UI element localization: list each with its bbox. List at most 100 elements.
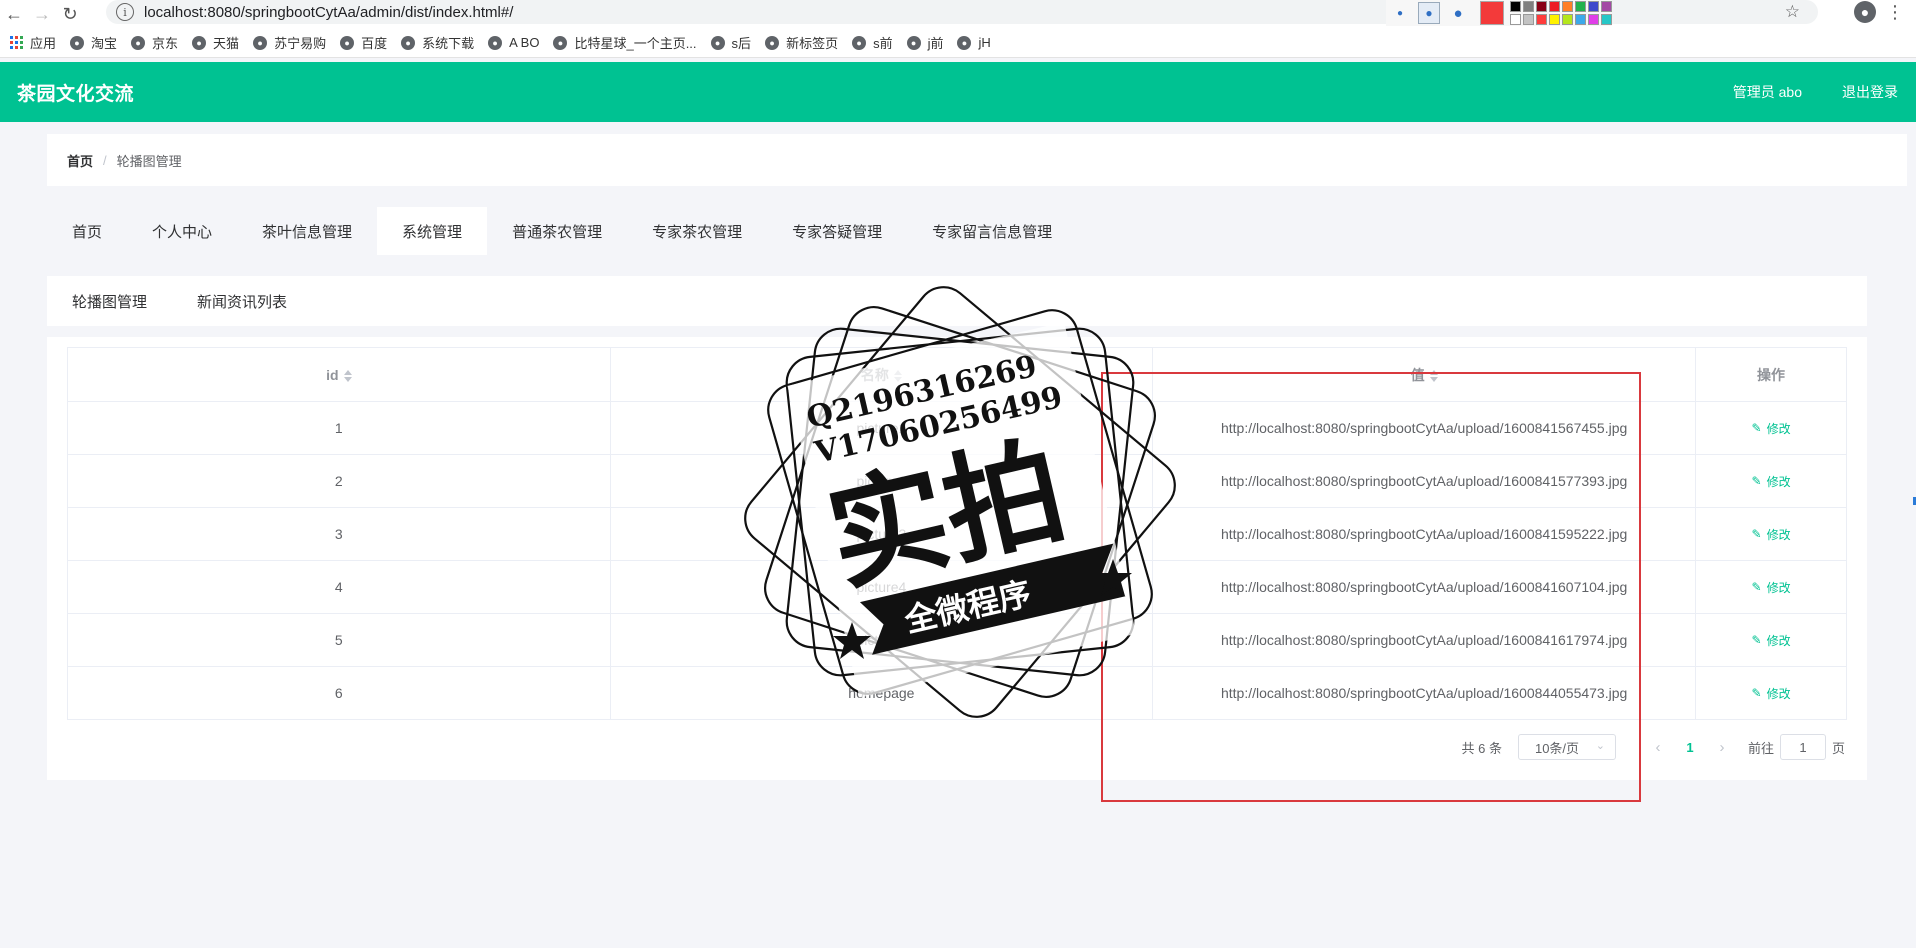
bookmark-item[interactable]: ● 淘宝 [70,33,117,52]
color-swatch[interactable] [1549,14,1560,25]
browser-toolbar: ← → ↻ i localhost:8080/springbootCytAa/a… [0,0,1916,28]
menu-tab[interactable]: 普通茶农管理 [487,207,627,255]
bookmark-label: s前 [873,36,893,51]
table-row: 1 picture1 http://localhost:8080/springboo… [67,401,1847,455]
color-swatch[interactable] [1562,14,1573,25]
sub-menu: 轮播图管理 新闻资讯列表 [47,276,1867,326]
menu-tab[interactable]: 专家答疑管理 [767,207,907,255]
url-text[interactable]: localhost:8080/springbootCytAa/admin/dis… [144,4,513,21]
bookmark-item[interactable]: ● 比特星球_一个主页... [553,33,697,52]
menu-tab[interactable]: 个人中心 [127,207,237,255]
bookmark-item[interactable]: ● 苏宁易购 [253,33,326,52]
goto-label: 前往 [1747,740,1774,756]
edit-button[interactable]: ✎ 修改 [1752,473,1791,490]
color-swatch[interactable] [1588,1,1599,12]
profile-icon[interactable]: ● [1854,1,1876,23]
color-swatch[interactable] [1562,1,1573,12]
prev-page-icon[interactable]: ‹ [1644,739,1672,756]
edit-button[interactable]: ✎ 修改 [1752,632,1791,649]
edit-label: 修改 [1766,686,1791,701]
color-swatch[interactable] [1601,1,1612,12]
brush-large-icon[interactable]: ● [1448,3,1468,23]
bookmark-item[interactable]: ● s前 [852,33,893,52]
back-icon[interactable]: ← [0,0,28,28]
menu-tab[interactable]: 系统管理 [377,207,488,255]
info-icon[interactable]: i [116,3,134,21]
reload-icon[interactable]: ↻ [56,0,84,28]
bookmark-item[interactable]: 应用 [10,33,56,52]
color-swatch[interactable] [1536,14,1547,25]
column-header-value[interactable]: 值 [1152,347,1697,402]
cell-name: picture2 [610,454,1154,508]
cell-actions: ✎ 修改 [1695,454,1847,508]
edit-button[interactable]: ✎ 修改 [1752,579,1791,596]
bookmark-item[interactable]: ● A BO [488,35,539,50]
apps-grid-icon [10,36,23,49]
column-header-name[interactable]: 名称 [610,347,1154,402]
column-header-value-label: 值 [1410,366,1425,383]
breadcrumb-home[interactable]: 首页 [67,151,93,170]
globe-icon: ● [852,35,867,50]
brush-small-icon[interactable]: ● [1390,3,1410,23]
edit-icon: ✎ [1751,474,1762,489]
color-swatch[interactable] [1523,1,1534,12]
bookmark-item[interactable]: ● 系统下载 [401,33,474,52]
bookmark-item[interactable]: ● 天猫 [192,33,239,52]
bookmark-item[interactable]: ● 新标签页 [765,33,838,52]
cell-actions: ✎ 修改 [1695,401,1847,455]
color-swatch[interactable] [1601,14,1612,25]
color-swatch[interactable] [1575,1,1586,12]
goto-page-input[interactable] [1779,734,1826,760]
column-header-id[interactable]: id [67,347,611,402]
color-swatch[interactable] [1523,14,1534,25]
color-swatch[interactable] [1510,1,1521,12]
edit-button[interactable]: ✎ 修改 [1752,420,1791,437]
bookmark-item[interactable]: ● s后 [710,33,751,52]
submenu-tab[interactable]: 新闻资讯列表 [172,291,312,312]
menu-tab[interactable]: 茶叶信息管理 [237,207,377,255]
menu-tab[interactable]: 首页 [47,207,127,255]
globe-icon: ● [957,35,972,50]
column-header-id-label: id [326,366,339,383]
edit-button[interactable]: ✎ 修改 [1752,685,1791,702]
color-swatch[interactable] [1549,1,1560,12]
globe-icon: ● [70,35,85,50]
admin-label: 管理员 abo [1732,84,1802,100]
cell-value: http://localhost:8080/springbootCytAa/up… [1152,454,1697,508]
menu-tab[interactable]: 专家留言信息管理 [907,207,1077,255]
app-title: 茶园文化交流 [17,83,135,105]
bookmark-item[interactable]: ● 百度 [340,33,387,52]
logout-button[interactable]: 退出登录 [1842,82,1898,102]
sort-icon[interactable] [1429,369,1438,382]
color-swatch[interactable] [1536,1,1547,12]
main-menu: 首页 个人中心 茶叶信息管理 系统管理 普通茶农管理 专家茶农管理 专家答疑管理 专家留言信息… [47,207,1077,255]
sort-icon[interactable] [343,369,352,382]
cell-name: picture3 [610,507,1154,561]
bookmark-item[interactable]: ● j前 [906,33,943,52]
globe-icon: ● [192,35,207,50]
edit-button[interactable]: ✎ 修改 [1752,526,1791,543]
table-row: 2 picture2 http://localhost:8080/springboo… [67,454,1847,508]
color-swatch[interactable] [1575,14,1586,25]
page-size-select[interactable]: 10条/页 ⌄ [1517,734,1616,760]
cell-value: http://localhost:8080/springbootCytAa/up… [1152,560,1697,614]
color-swatch[interactable] [1588,14,1599,25]
bookmark-star-icon[interactable]: ☆ [1785,2,1800,22]
page-number[interactable]: 1 [1672,740,1708,755]
next-page-icon[interactable]: › [1708,739,1736,756]
submenu-tab[interactable]: 轮播图管理 [47,291,172,312]
bookmark-item[interactable]: ● jH [957,35,991,50]
cell-id: 6 [67,666,611,720]
current-color-swatch[interactable] [1480,1,1504,25]
brush-medium-icon[interactable]: ● [1418,2,1440,24]
menu-tab[interactable]: 专家茶农管理 [627,207,767,255]
globe-icon: ● [253,35,268,50]
sort-icon[interactable] [893,369,902,382]
color-swatches[interactable] [1510,1,1612,25]
color-swatch[interactable] [1510,14,1521,25]
browser-menu-icon[interactable]: ⋮ [1886,2,1904,23]
cell-actions: ✎ 修改 [1695,507,1847,561]
forward-icon[interactable]: → [28,0,56,28]
bookmark-label: 应用 [30,36,57,51]
bookmark-item[interactable]: ● 京东 [131,33,178,52]
